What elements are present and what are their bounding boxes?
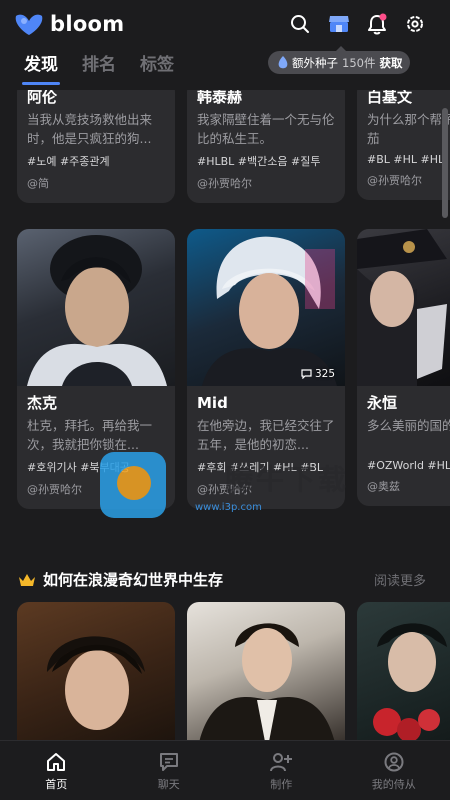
bloom-logo-icon [15, 14, 43, 35]
tab-ranking[interactable]: 排名 [82, 50, 116, 85]
card-tags: #노예 #주종관계 [27, 155, 110, 168]
home-icon [47, 753, 66, 771]
card-description: 多么美丽的国的地...... [367, 418, 450, 433]
seed-icon [278, 55, 288, 68]
card-tags: #OZWorld #HL [367, 459, 450, 472]
character-card[interactable]: 永恒 多么美丽的国的地...... #OZWorld #HL @奥兹 [357, 229, 450, 506]
app-header: bloom 发现 排名 标签 额外种子 150件 获取 [0, 0, 450, 90]
card-name: 韩泰赫 [197, 90, 243, 106]
character-portrait: 325 [187, 229, 345, 386]
character-card[interactable] [187, 602, 345, 740]
store-icon[interactable] [326, 11, 352, 37]
chat-icon [159, 753, 178, 771]
character-card[interactable]: 阿伦 当我从竞技场救他出来时，他是只疯狂的狗... #노예 #주종관계 @简 [17, 90, 175, 203]
character-card[interactable]: 白基文 为什么那个帮子的小欧米茄 #BL #HL #HL @孙贾哈尔 [357, 90, 450, 200]
watermark-logo [100, 452, 166, 518]
card-name: 白基文 [367, 90, 413, 106]
search-icon[interactable] [287, 11, 313, 37]
character-card[interactable] [357, 602, 450, 740]
section-title: 如何在浪漫奇幻世界中生存 [18, 569, 223, 590]
bottom-navigation: 首页 聊天 制作 我的侍从 [0, 740, 450, 800]
bell-icon[interactable] [364, 11, 390, 37]
character-portrait [17, 602, 175, 740]
card-name: 阿伦 [27, 90, 58, 106]
watermark-url: www.i3p.com [195, 502, 262, 513]
read-more-link[interactable]: 阅读更多 [374, 570, 426, 589]
nav-create[interactable]: 制作 [225, 741, 338, 800]
app-name: bloom [50, 12, 125, 36]
seed-label: 额外种子 [292, 55, 338, 70]
card-name: 永恒 [367, 394, 398, 412]
watermark-text: 腾牛下载 [225, 463, 350, 496]
profile-icon [384, 752, 404, 772]
card-author[interactable]: @孙贾哈尔 [197, 175, 335, 203]
crown-icon [19, 573, 35, 586]
nav-home[interactable]: 首页 [0, 741, 113, 800]
nav-chat[interactable]: 聊天 [113, 741, 226, 800]
create-icon [270, 753, 293, 772]
discover-feed[interactable]: 阿伦 当我从竞技场救他出来时，他是只疯狂的狗... #노예 #주종관계 @简 韩… [0, 90, 450, 740]
nav-profile[interactable]: 我的侍从 [338, 741, 450, 800]
app-logo[interactable]: bloom [14, 11, 124, 37]
chat-count-badge: 325 [301, 368, 335, 380]
seed-count: 150件 [342, 55, 376, 70]
scrollbar[interactable] [442, 108, 448, 218]
card-author[interactable]: @简 [27, 175, 165, 203]
card-name: Mid [197, 394, 228, 412]
tab-tags[interactable]: 标签 [140, 50, 174, 85]
character-portrait [187, 602, 345, 740]
character-portrait [357, 602, 450, 740]
card-name: 杰克 [27, 394, 58, 412]
extra-seeds-banner[interactable]: 额外种子 150件 获取 [268, 46, 411, 74]
seed-get-button[interactable]: 获取 [379, 55, 402, 71]
character-portrait [357, 229, 450, 386]
character-portrait [17, 229, 175, 386]
card-author[interactable]: @孙贾哈尔 [367, 172, 450, 200]
card-tags: #BL #HL #HL [367, 153, 445, 166]
card-tags: #HLBL #백간소음 #질투 [197, 155, 321, 168]
card-description: 在他旁边，我已经交往了五年，是他的初恋... [197, 418, 335, 452]
chat-bubble-icon [301, 369, 312, 379]
character-card[interactable] [17, 602, 175, 740]
card-description: 我家隔壁住着一个无与伦比的私生王。 [197, 112, 335, 146]
category-tabs: 发现 排名 标签 [22, 50, 174, 85]
card-description: 为什么那个帮子的小欧米茄 [367, 112, 450, 146]
card-description: 杜克，拜托。再给我一次，我就把你锁在... [27, 418, 153, 452]
tab-discover[interactable]: 发现 [22, 50, 60, 85]
card-author[interactable]: @奥兹 [367, 478, 450, 506]
card-description: 当我从竞技场救他出来时，他是只疯狂的狗... [27, 112, 153, 146]
character-card[interactable]: 韩泰赫 我家隔壁住着一个无与伦比的私生王。 #HLBL #백간소음 #질투 @孙… [187, 90, 345, 203]
settings-icon[interactable] [402, 11, 428, 37]
